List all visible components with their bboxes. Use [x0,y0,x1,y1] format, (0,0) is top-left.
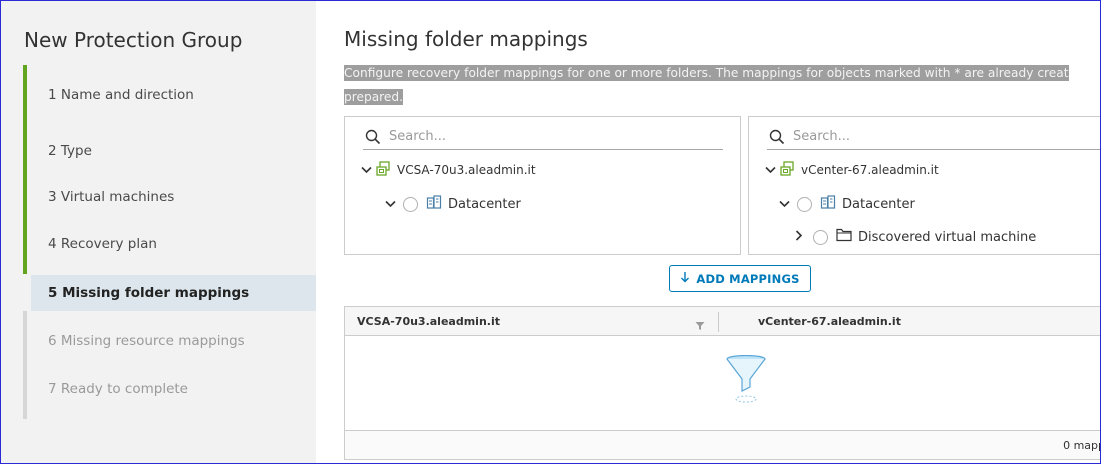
grid-footer: 0 mapp [345,430,1101,459]
source-vcenter-node[interactable]: VCSA-70u3.aleadmin.it [361,160,536,180]
add-mappings-button[interactable]: ADD MAPPINGS [669,265,811,292]
step-missing-resource-mappings: 6 Missing resource mappings [23,311,317,371]
source-datacenter-label: Datacenter [448,196,521,212]
page-title: Missing folder mappings [344,27,588,51]
step-recovery-plan[interactable]: 4 Recovery plan [23,214,317,274]
vcenter-icon [779,160,795,180]
source-search [363,127,723,150]
arrow-down-icon [680,271,690,286]
datacenter-icon [426,194,442,214]
source-folder-tree: VCSA-70u3.aleadmin.it Datacenter [344,116,741,255]
source-datacenter-node[interactable]: Datacenter [385,194,521,214]
step-missing-folder-mappings[interactable]: 5 Missing folder mappings [31,275,317,311]
source-datacenter-radio[interactable] [403,196,418,212]
target-folder-tree: vCenter-67.aleadmin.it Datacenter Discov… [748,116,1101,255]
step-label: 1 Name and direction [48,87,194,103]
column-header-source[interactable]: VCSA-70u3.aleadmin.it [357,307,500,335]
chevron-right-icon[interactable] [795,230,809,244]
wizard-sidebar: New Protection Group 1 Name and directio… [1,1,317,463]
step-virtual-machines[interactable]: 3 Virtual machines [23,167,317,227]
target-search [767,127,1101,150]
step-label: 2 Type [48,143,92,159]
target-folder-label: Discovered virtual machine [858,229,1037,245]
description-text: Configure recovery folder mappings for o… [344,65,1069,105]
grid-header: VCSA-70u3.aleadmin.it vCenter-67.aleadmi… [345,307,1101,336]
target-datacenter-radio[interactable] [797,196,812,212]
chevron-down-icon[interactable] [385,197,399,211]
step-type[interactable]: 2 Type [23,121,317,181]
filter-icon[interactable] [695,316,705,335]
source-search-input[interactable] [387,128,691,145]
chevron-down-icon[interactable] [361,163,375,177]
step-name-and-direction[interactable]: 1 Name and direction [23,65,317,125]
target-folder-node[interactable]: Discovered virtual machine [795,227,1036,247]
mapping-count: 0 mapp [1063,438,1101,452]
column-separator[interactable] [718,312,719,332]
main-content: Missing folder mappings Configure recove… [316,1,1101,463]
chevron-down-icon[interactable] [779,197,793,211]
target-vcenter-node[interactable]: vCenter-67.aleadmin.it [765,160,939,180]
mappings-grid: VCSA-70u3.aleadmin.it vCenter-67.aleadmi… [344,306,1101,460]
empty-placeholder-filter-icon [725,354,767,409]
search-icon [769,129,785,149]
description: Configure recovery folder mappings for o… [344,61,1101,109]
vcenter-icon [375,160,391,180]
source-vcenter-label: VCSA-70u3.aleadmin.it [397,163,536,177]
target-vcenter-label: vCenter-67.aleadmin.it [801,163,939,177]
step-label: 4 Recovery plan [48,236,157,252]
target-folder-radio[interactable] [813,229,828,245]
step-ready-to-complete: 7 Ready to complete [23,359,317,419]
step-label: 3 Virtual machines [48,189,175,205]
datacenter-icon [820,194,836,214]
step-label: 7 Ready to complete [48,381,188,397]
search-icon [365,129,381,149]
target-datacenter-label: Datacenter [842,196,915,212]
step-label: 5 Missing folder mappings [48,285,250,301]
folder-icon [836,228,852,246]
wizard-title: New Protection Group [24,28,243,52]
add-mappings-label: ADD MAPPINGS [696,271,800,286]
chevron-down-icon[interactable] [765,163,779,177]
target-datacenter-node[interactable]: Datacenter [779,194,915,214]
column-header-target[interactable]: vCenter-67.aleadmin.it [758,307,901,335]
target-search-input[interactable] [791,128,1095,145]
step-label: 6 Missing resource mappings [48,333,245,349]
